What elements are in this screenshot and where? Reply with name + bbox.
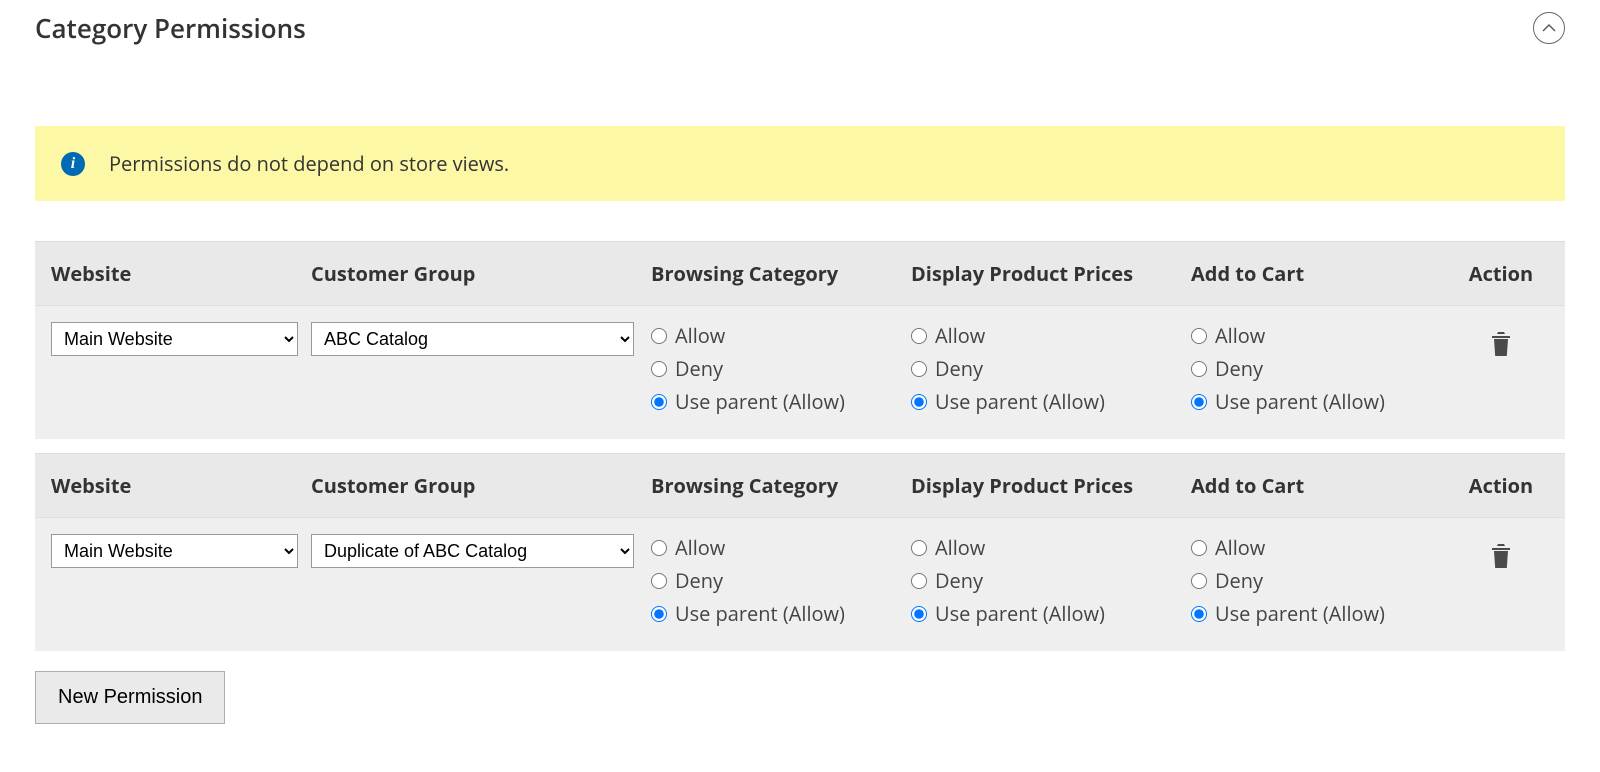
radio-deny[interactable] — [1191, 573, 1207, 589]
trash-icon — [1489, 542, 1513, 570]
col-customer-group: Customer Group — [311, 472, 651, 499]
radio-allow[interactable] — [911, 328, 927, 344]
radio-label: Deny — [675, 567, 723, 594]
radio-use-parent[interactable] — [1191, 606, 1207, 622]
radio-label: Allow — [1215, 322, 1265, 349]
addcart-radio-group: Allow Deny Use parent (Allow) — [1191, 534, 1451, 627]
col-browsing: Browsing Category — [651, 260, 911, 287]
page-title: Category Permissions — [35, 10, 306, 46]
website-select[interactable]: Main Website — [51, 534, 298, 568]
prices-radio-group: Allow Deny Use parent (Allow) — [911, 534, 1191, 627]
col-website: Website — [51, 260, 311, 287]
chevron-up-icon — [1542, 23, 1556, 33]
delete-button[interactable] — [1451, 322, 1551, 358]
radio-allow[interactable] — [1191, 540, 1207, 556]
radio-label: Use parent (Allow) — [675, 600, 845, 627]
radio-label: Deny — [935, 567, 983, 594]
radio-allow[interactable] — [1191, 328, 1207, 344]
col-action: Action — [1451, 472, 1551, 499]
col-addcart: Add to Cart — [1191, 472, 1451, 499]
col-prices: Display Product Prices — [911, 472, 1191, 499]
collapse-button[interactable] — [1533, 12, 1565, 44]
radio-use-parent[interactable] — [651, 394, 667, 410]
radio-label: Deny — [1215, 567, 1263, 594]
radio-label: Use parent (Allow) — [1215, 388, 1385, 415]
website-select[interactable]: Main Website — [51, 322, 298, 356]
radio-allow[interactable] — [651, 328, 667, 344]
radio-label: Deny — [675, 355, 723, 382]
info-message: Permissions do not depend on store views… — [109, 150, 509, 177]
new-permission-button[interactable]: New Permission — [35, 671, 225, 724]
radio-deny[interactable] — [1191, 361, 1207, 377]
radio-label: Use parent (Allow) — [1215, 600, 1385, 627]
radio-label: Use parent (Allow) — [935, 388, 1105, 415]
col-prices: Display Product Prices — [911, 260, 1191, 287]
radio-label: Allow — [935, 322, 985, 349]
permissions-table: Website Customer Group Browsing Category… — [35, 241, 1565, 651]
radio-label: Allow — [935, 534, 985, 561]
radio-use-parent[interactable] — [911, 394, 927, 410]
radio-allow[interactable] — [651, 540, 667, 556]
radio-deny[interactable] — [911, 573, 927, 589]
browsing-radio-group: Allow Deny Use parent (Allow) — [651, 322, 911, 415]
delete-button[interactable] — [1451, 534, 1551, 570]
radio-label: Allow — [675, 534, 725, 561]
customer-group-select[interactable]: ABC Catalog — [311, 322, 634, 356]
radio-label: Deny — [935, 355, 983, 382]
radio-label: Allow — [675, 322, 725, 349]
prices-radio-group: Allow Deny Use parent (Allow) — [911, 322, 1191, 415]
table-row: Main Website Duplicate of ABC Catalog Al… — [35, 517, 1565, 651]
table-header: Website Customer Group Browsing Category… — [35, 241, 1565, 305]
radio-deny[interactable] — [911, 361, 927, 377]
radio-use-parent[interactable] — [1191, 394, 1207, 410]
col-website: Website — [51, 472, 311, 499]
table-row: Main Website ABC Catalog Allow Deny Use … — [35, 305, 1565, 439]
table-header: Website Customer Group Browsing Category… — [35, 453, 1565, 517]
info-banner: i Permissions do not depend on store vie… — [35, 126, 1565, 201]
col-action: Action — [1451, 260, 1551, 287]
col-customer-group: Customer Group — [311, 260, 651, 287]
radio-label: Use parent (Allow) — [675, 388, 845, 415]
col-browsing: Browsing Category — [651, 472, 911, 499]
radio-use-parent[interactable] — [911, 606, 927, 622]
browsing-radio-group: Allow Deny Use parent (Allow) — [651, 534, 911, 627]
radio-deny[interactable] — [651, 361, 667, 377]
col-addcart: Add to Cart — [1191, 260, 1451, 287]
radio-deny[interactable] — [651, 573, 667, 589]
radio-label: Use parent (Allow) — [935, 600, 1105, 627]
customer-group-select[interactable]: Duplicate of ABC Catalog — [311, 534, 634, 568]
radio-label: Deny — [1215, 355, 1263, 382]
trash-icon — [1489, 330, 1513, 358]
radio-label: Allow — [1215, 534, 1265, 561]
addcart-radio-group: Allow Deny Use parent (Allow) — [1191, 322, 1451, 415]
radio-allow[interactable] — [911, 540, 927, 556]
info-icon: i — [61, 152, 85, 176]
radio-use-parent[interactable] — [651, 606, 667, 622]
